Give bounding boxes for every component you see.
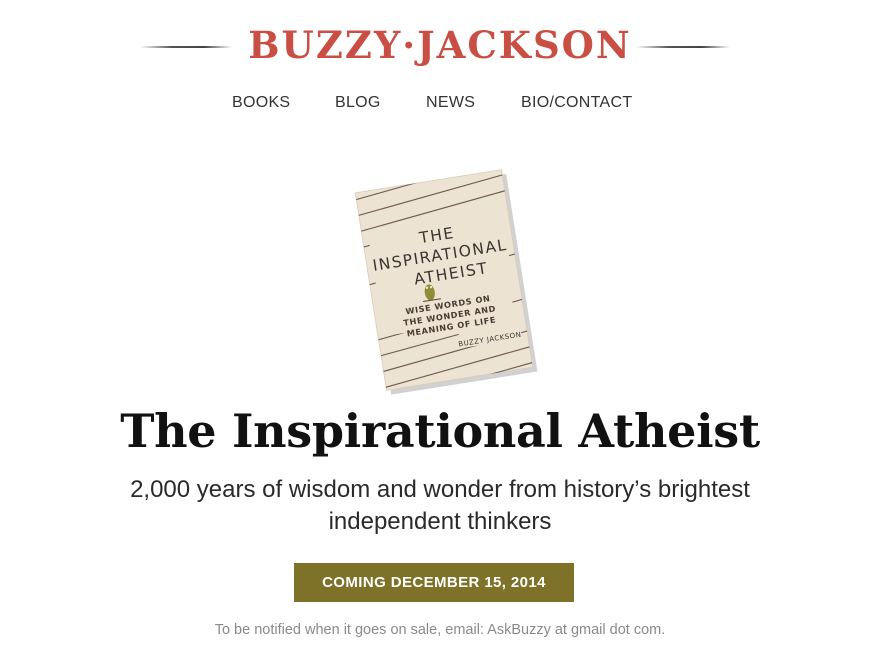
nav-item-books[interactable]: BOOKS [232, 94, 290, 112]
site-logo[interactable]: BUZZY·JACKSON [250, 12, 630, 70]
notify-text: To be notified when it goes on sale, ema… [214, 622, 666, 638]
book-subtitle: 2,000 years of wisdom and wonder from hi… [130, 476, 750, 535]
book-cover[interactable]: THE INSPIRATIONAL ATHEIST WISE WORDS ON … [330, 150, 550, 400]
book-title: The Inspirational Atheist [120, 404, 760, 458]
site-header: BUZZY·JACKSON [0, 8, 880, 68]
nav-item-news[interactable]: NEWS [426, 94, 475, 112]
header-rule-right [636, 46, 730, 48]
book-cover-image: THE INSPIRATIONAL ATHEIST WISE WORDS ON … [354, 169, 538, 395]
logo-text: BUZZY·JACKSON [250, 23, 630, 67]
nav-item-bio-contact[interactable]: BIO/CONTACT [521, 94, 632, 112]
header-rule-left [140, 46, 232, 48]
release-date-badge: COMING DECEMBER 15, 2014 [294, 563, 574, 602]
nav-item-blog[interactable]: BLOG [335, 94, 381, 112]
